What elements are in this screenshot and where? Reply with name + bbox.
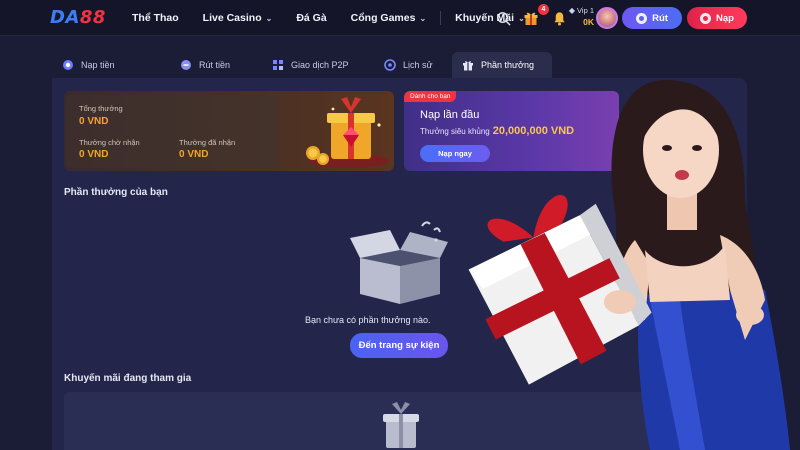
vip-label: Vip 1 <box>577 6 594 15</box>
promo-badge: Dành cho bạn <box>404 91 457 102</box>
tab-label: Nạp tiền <box>81 60 115 70</box>
first-deposit-promo-card[interactable]: Dành cho bạn Nạp lần đầu Thưởng siêu khủ… <box>404 91 619 171</box>
deposit-now-button[interactable]: Nạp ngay <box>420 145 490 162</box>
p2p-icon <box>272 59 284 71</box>
nav-item-live-casino[interactable]: Live Casino ⌄ <box>203 12 273 24</box>
deposit-icon <box>700 12 712 24</box>
withdraw-label: Rút <box>652 12 668 24</box>
total-reward-value: 0 VND <box>79 116 109 127</box>
pending-reward-value: 0 VND <box>79 149 109 160</box>
top-header: DA88 Thể Thao Live Casino ⌄ Đá Gà Cổng G… <box>0 0 800 36</box>
tab-label: Phần thưởng <box>481 60 534 70</box>
tab-label: Giao dịch P2P <box>291 60 349 70</box>
vip-status[interactable]: ◆ Vip 1 0K <box>562 6 594 27</box>
promo-subtitle-text: Thưởng siêu khủng <box>420 127 490 136</box>
notification-badge: 4 <box>538 4 549 15</box>
tab-phan-thuong[interactable]: Phần thưởng <box>452 52 552 78</box>
reward-summary-card: Tổng thưởng 0 VND Thưởng chờ nhận 0 VND … <box>64 91 394 171</box>
withdraw-icon <box>636 12 648 24</box>
go-to-events-button[interactable]: Đến trang sự kiện <box>350 333 448 358</box>
active-promos-list <box>64 392 664 450</box>
empty-box-icon <box>350 220 450 311</box>
my-rewards-title: Phần thưởng của bạn <box>64 187 168 198</box>
tab-label: Rút tiền <box>199 60 231 70</box>
balance-amount: 0K <box>583 17 594 27</box>
deposit-label: Nạp <box>716 12 734 24</box>
empty-rewards-text: Bạn chưa có phần thưởng nào. <box>305 315 431 325</box>
tab-giao-dich-p2p[interactable]: Giao dịch P2P <box>262 52 374 78</box>
tab-label: Lịch sử <box>403 60 433 70</box>
nav-divider <box>440 11 442 25</box>
promo-subtitle: Thưởng siêu khủng 20,000,000 VND <box>420 125 574 137</box>
silver-gift-icon <box>376 402 426 450</box>
nav-item-cong-games[interactable]: Cổng Games ⌄ <box>351 12 426 24</box>
nav-item-the-thao[interactable]: Thể Thao <box>132 12 179 24</box>
main-nav: Thể Thao Live Casino ⌄ Đá Gà Cổng Games … <box>132 0 549 36</box>
nav-label: Thể Thao <box>132 12 179 24</box>
promo-amount: 20,000,000 VND <box>492 125 575 137</box>
promo-title: Nạp lần đầu <box>420 109 480 121</box>
received-reward-label: Thưởng đã nhận <box>179 138 236 147</box>
history-icon <box>384 59 396 71</box>
vip-label-row: ◆ Vip 1 <box>562 6 594 15</box>
nav-label: Đá Gà <box>296 12 327 24</box>
total-reward-label: Tổng thưởng <box>79 104 123 113</box>
gold-gift-icon <box>299 95 391 171</box>
nav-label: Cổng Games <box>350 12 416 24</box>
nav-label: Live Casino <box>202 12 262 24</box>
logo-text-da: DA <box>50 7 80 28</box>
tab-rut-tien[interactable]: Rút tiền <box>170 52 262 78</box>
deposit-button[interactable]: Nạp <box>687 7 747 29</box>
avatar[interactable] <box>596 7 618 29</box>
chevron-down-icon: ⌄ <box>419 13 427 23</box>
received-reward-value: 0 VND <box>179 149 209 160</box>
rewards-panel: Tổng thưởng 0 VND Thưởng chờ nhận 0 VND … <box>52 78 747 450</box>
wallet-tabs: Nạp tiền Rút tiền Giao dịch P2P Lịch sử … <box>52 52 552 78</box>
search-icon[interactable] <box>493 8 513 28</box>
logo-text-88: 88 <box>79 7 106 28</box>
withdraw-button[interactable]: Rút <box>622 7 682 29</box>
pending-reward-label: Thưởng chờ nhận <box>79 138 140 147</box>
deposit-icon <box>62 59 74 71</box>
gift-icon <box>462 59 474 71</box>
withdraw-icon <box>180 59 192 71</box>
active-promos-title: Khuyến mãi đang tham gia <box>64 373 192 384</box>
chevron-down-icon: ⌄ <box>265 13 273 23</box>
tab-nap-tien[interactable]: Nạp tiền <box>52 52 170 78</box>
nav-item-da-ga[interactable]: Đá Gà <box>296 12 326 24</box>
tab-lich-su[interactable]: Lịch sử <box>374 52 452 78</box>
logo[interactable]: DA88 <box>50 7 106 28</box>
diamond-icon: ◆ <box>568 6 576 15</box>
